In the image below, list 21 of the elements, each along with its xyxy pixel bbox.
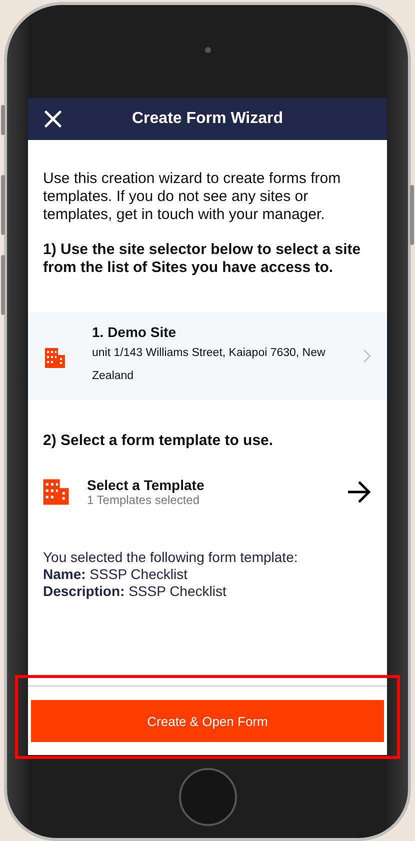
site-address: unit 1/143 Williams Street, Kaiapoi 7630, New Zealand — [92, 346, 326, 384]
template-count: 1 Templates selected — [87, 493, 201, 507]
camera-icon — [204, 46, 210, 52]
template-title: Select a Template — [87, 477, 206, 493]
building-icon — [42, 477, 70, 507]
close-button[interactable] — [44, 110, 62, 128]
site-item[interactable]: 1. Demo Site unit 1/143 Williams Street, Kaiapoi 7630, New Zealand — [28, 312, 387, 400]
step-heading: 2) Select a form template to use. — [42, 431, 274, 450]
window-title: Create Form Wizard — [132, 110, 283, 128]
create-open-button[interactable]: Create & Open Form — [31, 700, 384, 742]
intro-text: Use this creation wizard to create forms from templates. If you do not see any sites or templates, get in touch with your manager. — [42, 169, 342, 224]
site-name: 1. Demo Site — [92, 324, 178, 340]
selection-field: Description: SSSP Checklist — [43, 583, 372, 600]
step-heading: 1) Use the site selector below to select a site from the list of Sites you have access to. — [42, 240, 362, 277]
selection-field: Name: SSSP Checklist — [43, 566, 372, 583]
template-selector[interactable]: Select a Template 1 Templates selected — [28, 450, 387, 507]
close-icon — [44, 110, 62, 128]
selection-text: You selected the following form template: — [43, 549, 299, 566]
building-icon — [44, 347, 66, 369]
arrow-right-icon — [347, 481, 371, 503]
chevron-right-icon — [363, 349, 371, 363]
